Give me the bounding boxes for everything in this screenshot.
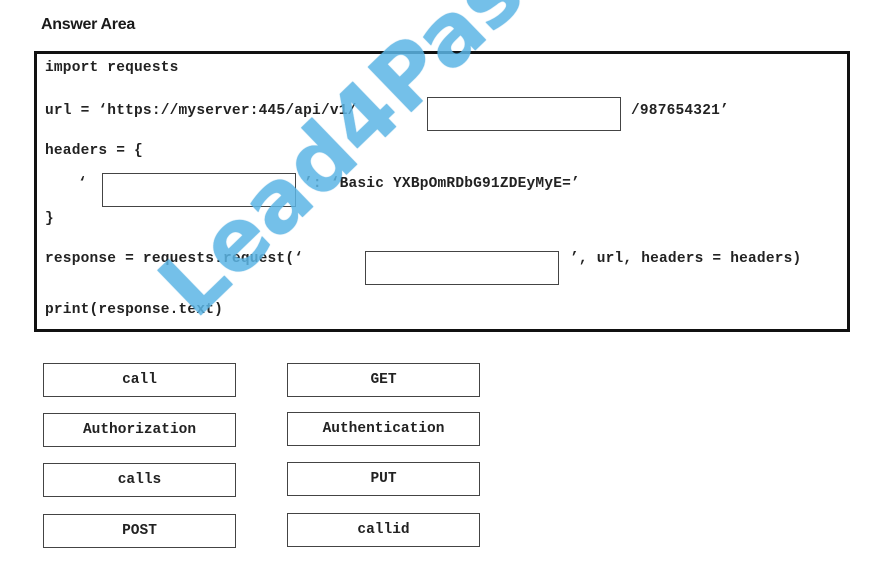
choice-get[interactable]: GET [287,363,480,397]
code-line-import: import requests [45,60,179,76]
choice-authorization[interactable]: Authorization [43,413,236,447]
url-path-drop-slot[interactable] [427,97,621,131]
choice-put[interactable]: PUT [287,462,480,496]
header-key-drop-slot[interactable] [102,173,296,207]
choice-call[interactable]: call [43,363,236,397]
choice-authentication[interactable]: Authentication [287,412,480,446]
code-line-print: print(response.text) [45,302,224,318]
answer-area-title: Answer Area [41,16,135,33]
code-line-headers-open: headers = { [45,143,143,159]
choice-post[interactable]: POST [43,514,236,548]
method-drop-slot[interactable] [365,251,559,285]
code-line-header-prefix: ‘ [78,176,87,192]
code-line-response-prefix: response = requests.request(‘ [45,251,304,267]
code-line-response-suffix: ’, url, headers = headers) [570,251,802,267]
code-line-url-prefix: url = ‘https://myserver:445/api/v1/ [45,103,357,119]
code-line-url-suffix: /987654321’ [631,103,729,119]
choice-calls[interactable]: calls [43,463,236,497]
choice-callid[interactable]: callid [287,513,480,547]
code-line-headers-close: } [45,211,54,227]
code-line-header-suffix: ’: ‘Basic YXBpOmRDbG91ZDEyMyE=’ [304,176,580,192]
